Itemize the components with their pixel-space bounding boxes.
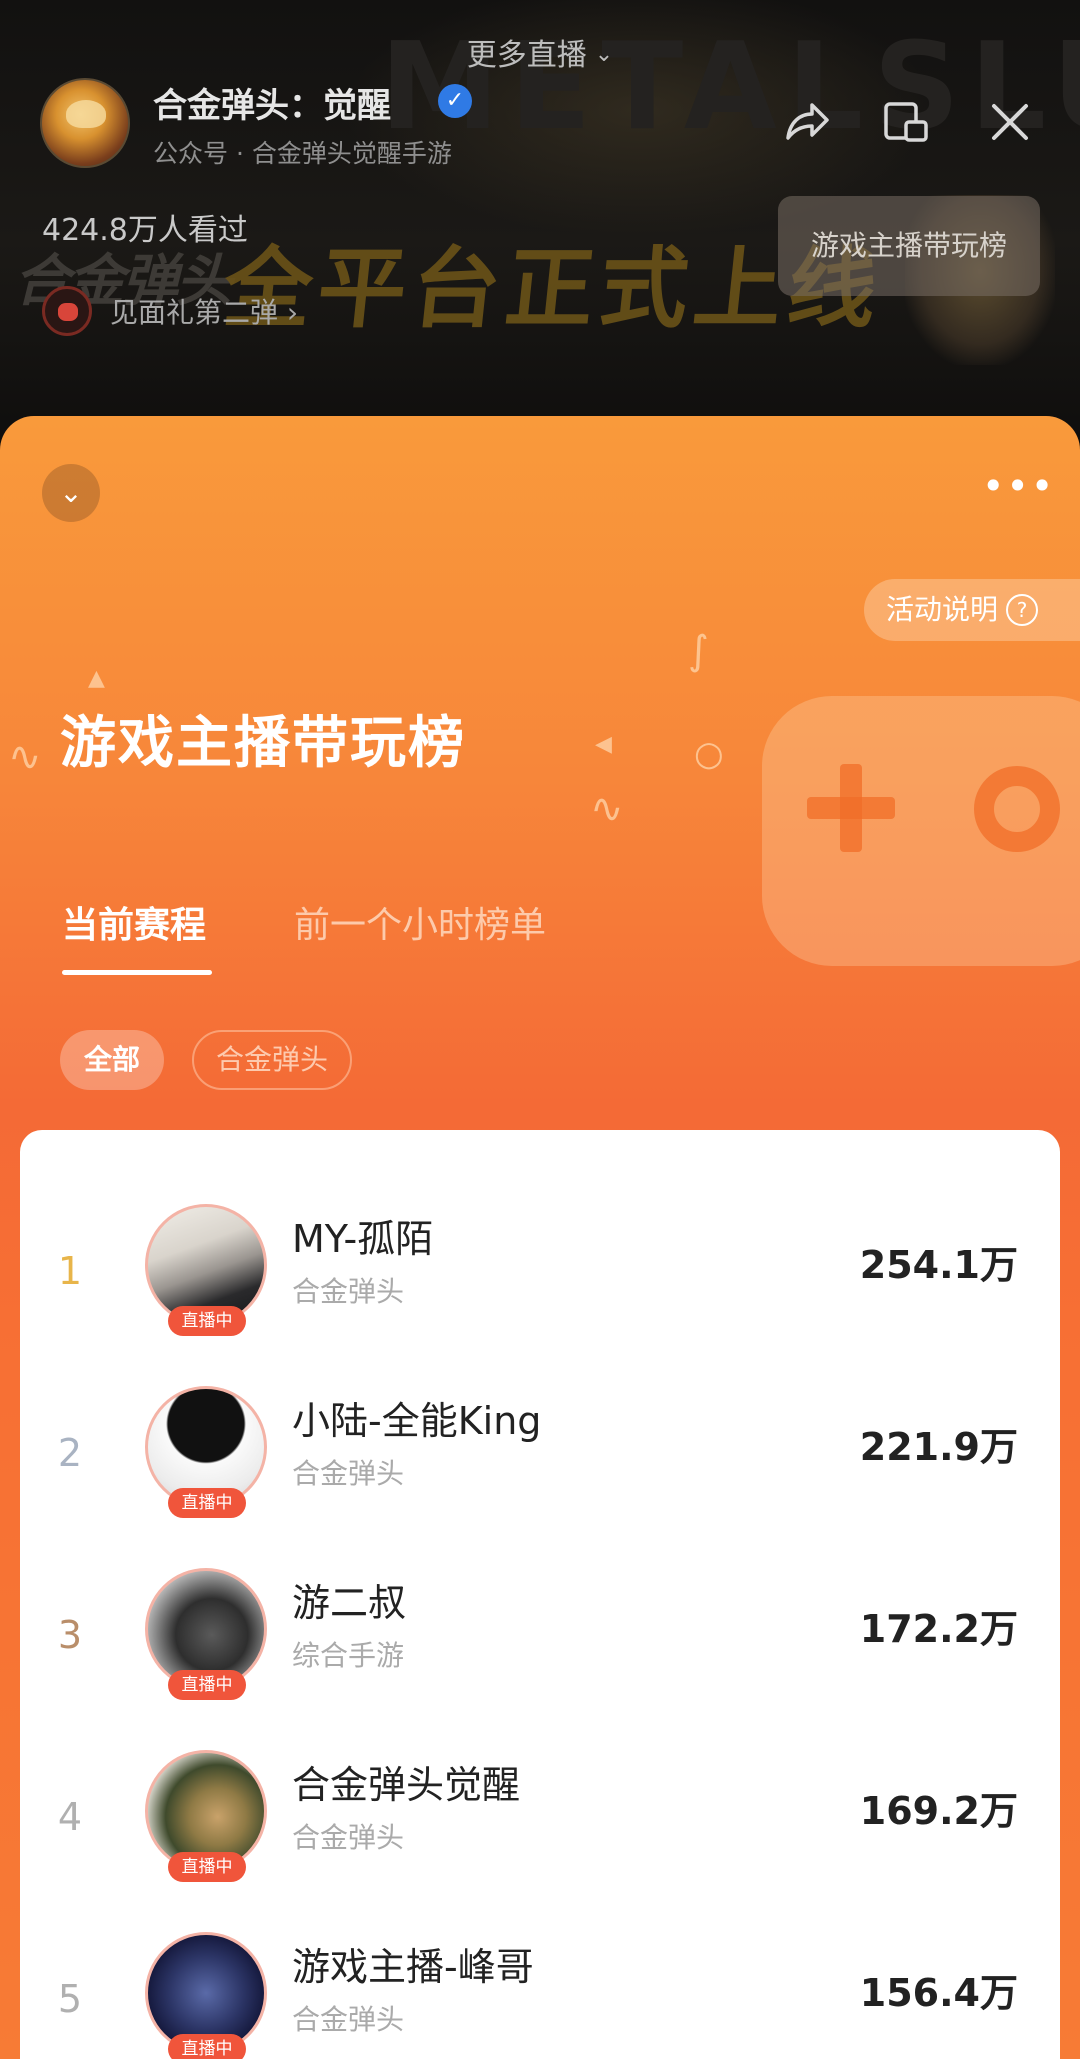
rules-label: 活动说明 [886, 593, 999, 626]
streamer-category: 综合手游 [292, 1639, 405, 1672]
live-badge: 直播中 [168, 1670, 246, 1700]
live-badge: 直播中 [168, 1852, 246, 1882]
decoration: ∿ [8, 734, 42, 780]
streamer-name: MY-孤陌 [292, 1217, 434, 1261]
decoration: ∿ [590, 786, 624, 832]
streamer-category: 合金弹头 [292, 1457, 405, 1490]
score: 254.1万 [859, 1243, 1018, 1287]
rank-number: 4 [57, 1795, 83, 1839]
share-icon[interactable] [780, 96, 832, 148]
score: 172.2万 [859, 1607, 1018, 1651]
gift-label: 见面礼第二弹 › [110, 296, 299, 329]
decoration: ∫ [688, 628, 709, 674]
ranking-list: 1 直播中 MY-孤陌 合金弹头 254.1万 2 直播中 小陆-全能King … [20, 1130, 1060, 2059]
score: 221.9万 [859, 1425, 1018, 1469]
streamer-name: 小陆-全能King [292, 1399, 542, 1443]
rank-number: 1 [57, 1249, 83, 1293]
filter-game[interactable]: 合金弹头 [192, 1030, 353, 1090]
pip-icon[interactable] [880, 96, 932, 148]
tab-current-schedule[interactable]: 当前赛程 [62, 896, 206, 948]
help-icon: ? [1006, 594, 1039, 626]
rules-button[interactable]: 活动说明? [864, 579, 1080, 641]
streamer-name: 游戏主播-峰哥 [292, 1945, 534, 1989]
list-item[interactable]: 3 直播中 游二叔 综合手游 172.2万 [20, 1558, 1060, 1740]
list-item[interactable]: 5 直播中 游戏主播-峰哥 合金弹头 156.4万 [20, 1922, 1060, 2059]
streamer-category: 合金弹头 [292, 1821, 405, 1854]
list-item[interactable]: 4 直播中 合金弹头觉醒 合金弹头 169.2万 [20, 1740, 1060, 1922]
channel-avatar[interactable] [40, 78, 130, 168]
collapse-button[interactable]: ⌄ [42, 464, 100, 522]
decoration: ▲ [88, 666, 105, 691]
streamer-category: 合金弹头 [292, 2003, 405, 2036]
live-badge: 直播中 [168, 2034, 246, 2059]
streamer-name: 游二叔 [292, 1581, 407, 1625]
viewer-count: 424.8万人看过 [42, 213, 248, 248]
live-badge: 直播中 [168, 1306, 246, 1336]
score: 169.2万 [859, 1789, 1018, 1833]
gamepad-icon [762, 696, 1080, 966]
list-item[interactable]: 1 直播中 MY-孤陌 合金弹头 254.1万 [20, 1194, 1060, 1376]
more-icon[interactable]: ••• [982, 467, 1055, 505]
more-live-button[interactable]: 更多直播 ⌄ [0, 30, 1080, 74]
close-icon[interactable] [984, 96, 1036, 148]
ranking-entry-chip[interactable]: 游戏主播带玩榜 [778, 196, 1040, 296]
verified-icon: ✓ [438, 84, 472, 118]
decoration: ◀ [595, 732, 612, 757]
filter-all[interactable]: 全部 [60, 1030, 165, 1090]
rank-number: 5 [57, 1977, 83, 2021]
list-item[interactable]: 2 直播中 小陆-全能King 合金弹头 221.9万 [20, 1376, 1060, 1558]
decoration: ○ [694, 734, 724, 774]
ranking-panel: ⌄ ••• 活动说明? ▲ ∫ ◀ ○ ∿ ∿ 游戏主播带玩榜 当前赛程 前一个… [0, 416, 1080, 2059]
tab-active-indicator [62, 970, 212, 975]
more-live-label: 更多直播 [466, 38, 587, 73]
score: 156.4万 [859, 1971, 1018, 2015]
live-badge: 直播中 [168, 1488, 246, 1518]
gift-icon [42, 286, 92, 336]
rank-number: 2 [57, 1431, 83, 1475]
rank-number: 3 [57, 1613, 83, 1657]
channel-name[interactable]: 合金弹头：觉醒 [153, 78, 391, 127]
chevron-down-icon: ⌄ [594, 42, 614, 67]
channel-subtitle: 公众号 · 合金弹头觉醒手游 [153, 139, 452, 168]
streamer-category: 合金弹头 [292, 1275, 405, 1308]
board-title: 游戏主播带玩榜 [60, 711, 466, 776]
streamer-name: 合金弹头觉醒 [292, 1763, 521, 1807]
tab-previous-hour[interactable]: 前一个小时榜单 [294, 896, 546, 948]
